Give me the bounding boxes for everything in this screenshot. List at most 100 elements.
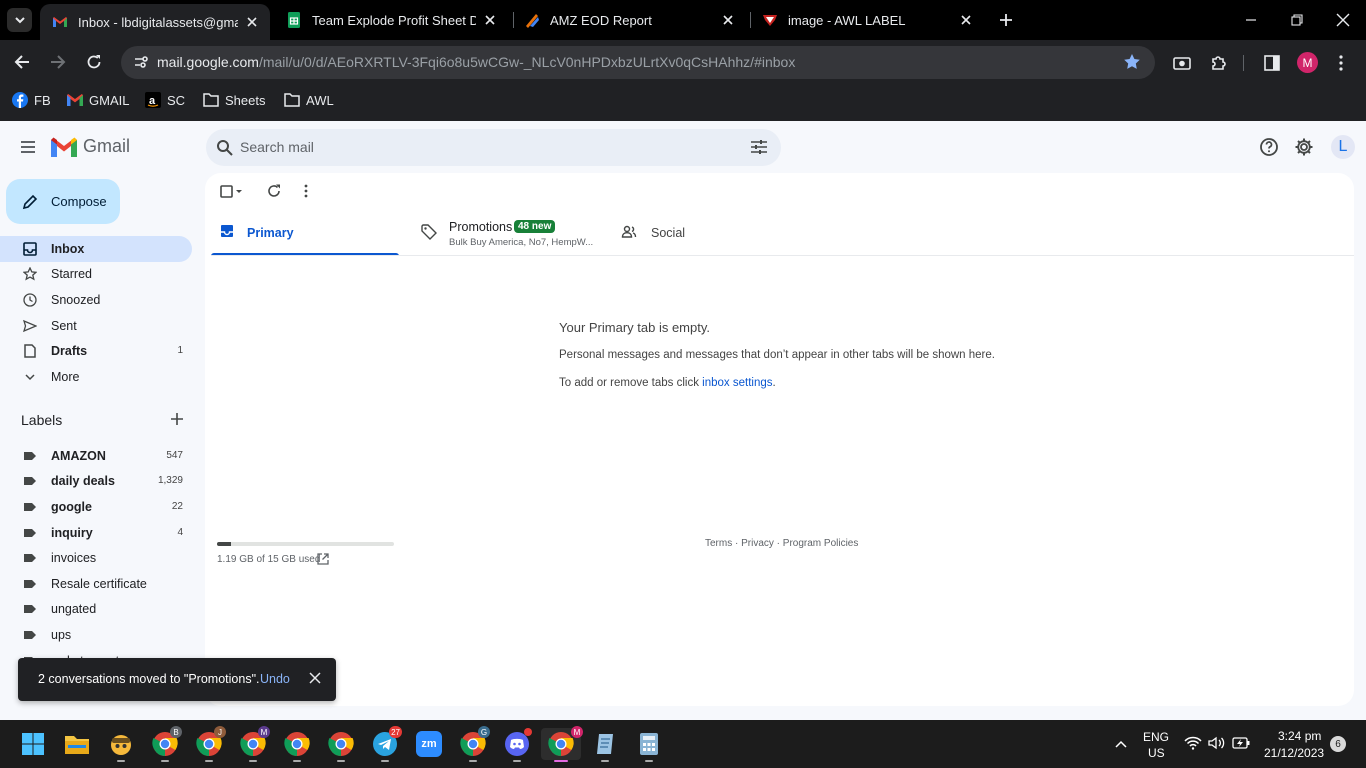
bookmark-awl-folder[interactable]: AWL: [284, 91, 334, 109]
address-bar[interactable]: mail.google.com/mail/u/0/d/AEoRXRTLV-3Fq…: [121, 46, 1155, 79]
undo-button[interactable]: Undo: [260, 672, 290, 686]
running-indicator: [554, 760, 568, 762]
site-settings-icon[interactable]: [133, 54, 149, 70]
close-icon[interactable]: [309, 672, 321, 684]
url-text[interactable]: mail.google.com/mail/u/0/d/AEoRXRTLV-3Fq…: [157, 54, 795, 70]
search-icon[interactable]: [216, 139, 233, 156]
browser-chrome: Inbox - lbdigitalassets@gmail.com Team E…: [0, 0, 1366, 121]
minimize-button[interactable]: [1241, 10, 1261, 30]
nav-starred[interactable]: Starred: [0, 261, 192, 287]
show-hidden-icons-icon[interactable]: [1114, 737, 1128, 751]
taskbar-notepad[interactable]: [590, 728, 620, 762]
volume-icon[interactable]: [1208, 736, 1226, 750]
toolbar-divider: [1243, 55, 1244, 71]
label-item[interactable]: google 22: [0, 494, 192, 520]
settings-icon[interactable]: [1294, 137, 1314, 157]
open-in-new-icon[interactable]: [317, 553, 329, 565]
tab-promotions[interactable]: Promotions Bulk Buy America, No7, HempW.…: [415, 211, 605, 255]
taskbar-chrome[interactable]: B: [150, 726, 182, 762]
nav-sent[interactable]: Sent: [0, 313, 192, 339]
back-button[interactable]: [12, 52, 32, 72]
refresh-icon[interactable]: [267, 184, 281, 198]
tab-social[interactable]: Social: [615, 211, 765, 255]
taskbar-chrome[interactable]: G: [458, 726, 490, 762]
running-indicator: [205, 760, 213, 762]
region-indicator[interactable]: US: [1148, 746, 1165, 760]
label-item[interactable]: AMAZON 547: [0, 443, 192, 469]
compose-button[interactable]: Compose: [6, 179, 120, 224]
nav-snoozed[interactable]: Snoozed: [0, 287, 192, 313]
bookmarks-bar: FB GMAIL a SC Sheets AWL: [0, 85, 1366, 115]
tab-amz-eod[interactable]: AMZ EOD Report: [512, 0, 746, 40]
label-item[interactable]: Resale certificate: [0, 571, 192, 597]
tab-inbox[interactable]: Inbox - lbdigitalassets@gmail.com: [40, 4, 270, 40]
language-indicator[interactable]: ENG: [1143, 730, 1169, 744]
wifi-icon[interactable]: [1184, 736, 1202, 750]
label-item[interactable]: daily deals 1,329: [0, 468, 192, 494]
more-vert-icon[interactable]: [304, 184, 308, 198]
notification-count-badge[interactable]: 6: [1330, 736, 1346, 752]
taskbar-chrome[interactable]: M: [541, 726, 583, 762]
close-icon[interactable]: [720, 12, 736, 28]
gmail-icon: [67, 94, 83, 106]
main-menu-icon[interactable]: [18, 137, 38, 157]
reload-button[interactable]: [84, 52, 104, 72]
storage-usage-text: 1.19 GB of 15 GB used: [217, 554, 321, 565]
taskbar-chrome[interactable]: J: [194, 726, 226, 762]
close-icon[interactable]: [958, 12, 974, 28]
tab-search-button[interactable]: [7, 8, 32, 32]
nav-drafts[interactable]: Drafts 1: [0, 338, 192, 364]
taskbar-calculator[interactable]: [634, 728, 664, 762]
close-icon[interactable]: [244, 14, 260, 30]
search-options-icon[interactable]: [750, 139, 768, 155]
label-item[interactable]: inquiry 4: [0, 520, 192, 546]
search-input[interactable]: Search mail: [240, 139, 314, 155]
bookmark-sc[interactable]: a SC: [145, 91, 185, 109]
bookmark-star-icon[interactable]: [1123, 53, 1141, 71]
plus-icon[interactable]: [170, 412, 184, 426]
label-item[interactable]: ups: [0, 622, 192, 648]
tab-profit-sheet[interactable]: Team Explode Profit Sheet Dec: [274, 0, 508, 40]
select-all-checkbox[interactable]: [220, 185, 242, 199]
side-panel-button[interactable]: [1262, 53, 1282, 73]
profile-avatar[interactable]: M: [1297, 52, 1318, 73]
forward-button[interactable]: [48, 52, 68, 72]
extensions-button[interactable]: [1209, 53, 1229, 73]
nav-more[interactable]: More: [0, 364, 192, 390]
taskbar-zoom[interactable]: zm: [414, 728, 444, 760]
tab-awl-label[interactable]: image - AWL LABEL: [750, 0, 984, 40]
footer-links[interactable]: Terms · Privacy · Program Policies: [705, 538, 858, 549]
clock-time[interactable]: 3:24 pm: [1278, 729, 1321, 743]
nav-inbox[interactable]: Inbox: [0, 236, 192, 262]
battery-charging-icon[interactable]: [1232, 737, 1250, 749]
labels-heading: Labels: [21, 412, 63, 428]
taskbar-chrome[interactable]: M: [238, 726, 270, 762]
new-tab-button[interactable]: [996, 10, 1016, 30]
chrome-menu-button[interactable]: [1331, 53, 1351, 73]
screenshot-button[interactable]: [1172, 53, 1192, 73]
label-name: ungated: [51, 602, 97, 616]
inbox-icon: [23, 242, 37, 256]
tab-primary[interactable]: Primary: [211, 211, 399, 255]
account-avatar[interactable]: L: [1331, 135, 1355, 159]
help-icon[interactable]: [1259, 137, 1279, 157]
taskbar-chrome[interactable]: [326, 728, 356, 762]
bookmark-fb[interactable]: FB: [12, 91, 51, 109]
label-item[interactable]: ungated: [0, 596, 192, 622]
taskbar-file-explorer[interactable]: [62, 728, 92, 760]
restore-button[interactable]: [1287, 10, 1307, 30]
bookmark-gmail[interactable]: GMAIL: [67, 91, 129, 109]
clock-date[interactable]: 21/12/2023: [1264, 746, 1324, 760]
start-button[interactable]: [18, 728, 48, 760]
taskbar-app-character[interactable]: [106, 728, 136, 762]
bookmark-sheets-folder[interactable]: Sheets: [203, 91, 265, 109]
search-bar[interactable]: Search mail: [206, 129, 781, 166]
close-icon[interactable]: [482, 12, 498, 28]
label-item[interactable]: invoices: [0, 545, 192, 571]
taskbar-telegram[interactable]: 27: [370, 726, 402, 762]
gmail-logo[interactable]: Gmail: [51, 136, 130, 157]
taskbar-discord[interactable]: [502, 728, 532, 762]
close-window-button[interactable]: [1333, 10, 1353, 30]
inbox-settings-link[interactable]: inbox settings: [702, 377, 772, 389]
taskbar-chrome[interactable]: [282, 728, 312, 762]
